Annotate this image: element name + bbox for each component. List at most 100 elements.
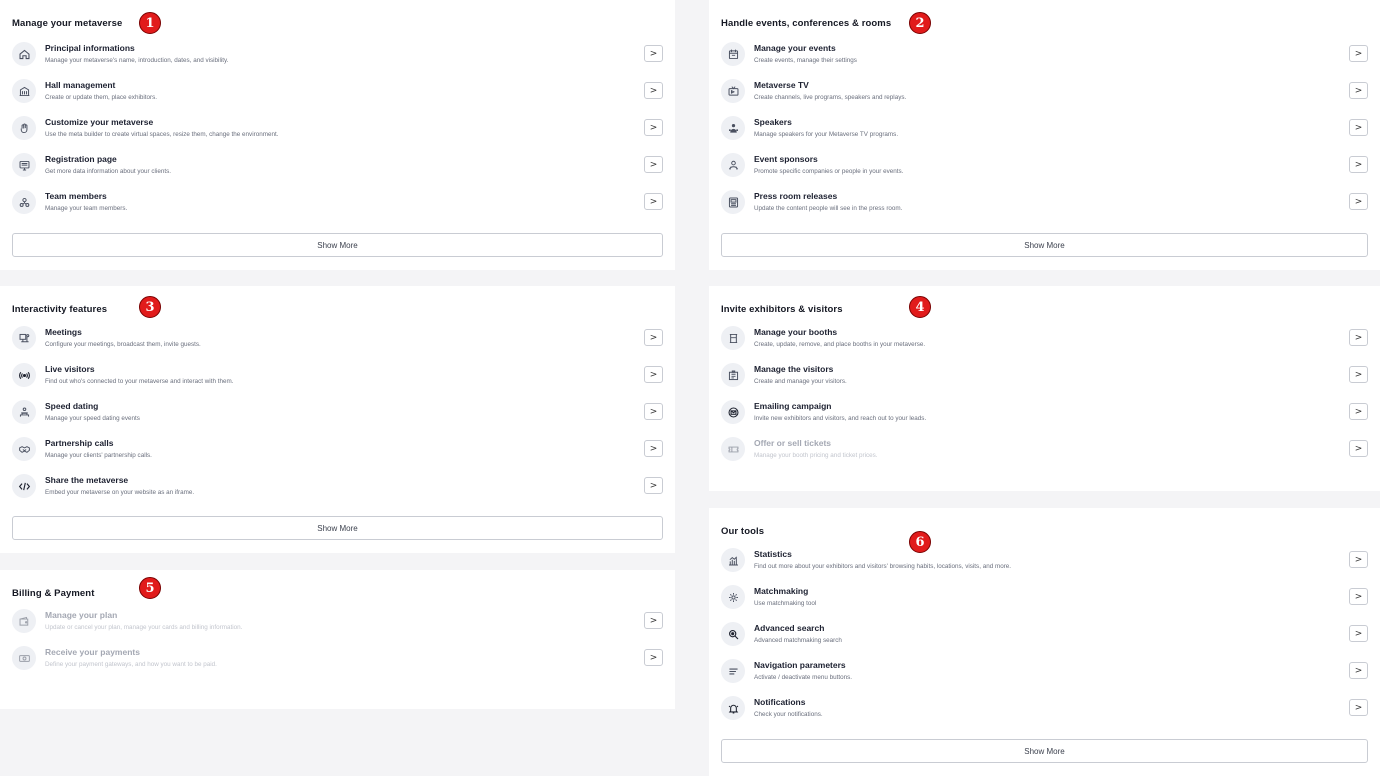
open-arrow-button[interactable]: > (644, 82, 663, 99)
open-arrow-button[interactable]: > (644, 403, 663, 420)
list-item-matchmaking[interactable]: Matchmaking Use matchmaking tool > (721, 585, 1368, 619)
open-arrow-button[interactable]: > (644, 440, 663, 457)
card-billing-payment: Billing & Payment 5 Manage your plan Upd… (0, 570, 675, 709)
section-number-badge: 5 (139, 577, 161, 599)
list-item-metaverse-tv[interactable]: Metaverse TV Create channels, live progr… (721, 79, 1368, 113)
section-title: Handle events, conferences & rooms (721, 18, 892, 29)
list-item-manage-visitors[interactable]: Manage the visitors Create and manage yo… (721, 363, 1368, 397)
list-item-registration-page[interactable]: Registration page Get more data informat… (12, 153, 663, 187)
sponsor-icon (721, 153, 745, 177)
list-item-emailing-campaign[interactable]: Emailing campaign Invite new exhibitors … (721, 400, 1368, 434)
list-item-manage-plan[interactable]: Manage your plan Update or cancel your p… (12, 609, 663, 643)
open-arrow-button[interactable]: > (644, 156, 663, 173)
card-interactivity-features: Interactivity features 3 Meetings Config… (0, 286, 675, 553)
newspaper-icon (721, 190, 745, 214)
tv-icon (721, 79, 745, 103)
bell-icon (721, 696, 745, 720)
team-icon (12, 190, 36, 214)
open-arrow-button[interactable]: > (1349, 329, 1368, 346)
list-item-manage-events[interactable]: Manage your events Create events, manage… (721, 42, 1368, 76)
open-arrow-button[interactable]: > (644, 193, 663, 210)
list-item-notifications[interactable]: Notifications Check your notifications. … (721, 696, 1368, 730)
show-more-button[interactable]: Show More (721, 233, 1368, 257)
open-arrow-button[interactable]: > (1349, 119, 1368, 136)
open-arrow-button[interactable]: > (1349, 440, 1368, 457)
list-item-speed-dating[interactable]: Speed dating Manage your speed dating ev… (12, 400, 663, 434)
open-arrow-button[interactable]: > (644, 45, 663, 62)
chart-icon (721, 548, 745, 572)
list-item-speakers[interactable]: Speakers Manage speakers for your Metave… (721, 116, 1368, 150)
open-arrow-button[interactable]: > (1349, 193, 1368, 210)
open-arrow-button[interactable]: > (1349, 156, 1368, 173)
show-more-button[interactable]: Show More (12, 233, 663, 257)
list-item-navigation-parameters[interactable]: Navigation parameters Activate / deactiv… (721, 659, 1368, 693)
item-description: Create channels, live programs, speakers… (754, 94, 907, 101)
item-description: Create, update, remove, and place booths… (754, 341, 926, 348)
open-arrow-button[interactable]: > (644, 329, 663, 346)
item-description: Manage speakers for your Metaverse TV pr… (754, 131, 899, 138)
open-arrow-button[interactable]: > (644, 649, 663, 666)
money-icon (12, 646, 36, 670)
item-description: Create or update them, place exhibitors. (45, 94, 158, 101)
list-item-live-visitors[interactable]: Live visitors Find out who's connected t… (12, 363, 663, 397)
show-more-button[interactable]: Show More (12, 516, 663, 540)
list-item-meetings[interactable]: Meetings Configure your meetings, broadc… (12, 326, 663, 360)
section-title: Invite exhibitors & visitors (721, 304, 843, 315)
item-title: Manage the visitors (754, 364, 834, 374)
open-arrow-button[interactable]: > (644, 119, 663, 136)
item-description: Create events, manage their settings (754, 57, 857, 64)
item-description: Find out who's connected to your metaver… (45, 378, 234, 385)
item-title: Meetings (45, 327, 82, 337)
item-title: Event sponsors (754, 154, 818, 164)
item-description: Use matchmaking tool (754, 600, 817, 607)
home-icon (12, 42, 36, 66)
list-item-event-sponsors[interactable]: Event sponsors Promote specific companie… (721, 153, 1368, 187)
open-arrow-button[interactable]: > (1349, 588, 1368, 605)
item-description: Configure your meetings, broadcast them,… (45, 341, 201, 348)
booth-icon (721, 326, 745, 350)
list-item-receive-payments[interactable]: Receive your payments Define your paymen… (12, 646, 663, 680)
item-description: Advanced matchmaking search (754, 637, 842, 644)
open-arrow-button[interactable]: > (1349, 699, 1368, 716)
open-arrow-button[interactable]: > (644, 477, 663, 494)
item-description: Use the meta builder to create virtual s… (45, 131, 279, 138)
section-number-badge: 3 (139, 296, 161, 318)
open-arrow-button[interactable]: > (1349, 662, 1368, 679)
item-description: Find out more about your exhibitors and … (754, 563, 1012, 570)
list-item-share-metaverse[interactable]: Share the metaverse Embed your metaverse… (12, 474, 663, 508)
gear-icon (721, 585, 745, 609)
list-item-principal-informations[interactable]: Principal informations Manage your metav… (12, 42, 663, 76)
item-title: Manage your booths (754, 327, 838, 337)
list-item-advanced-search[interactable]: Advanced search Advanced matchmaking sea… (721, 622, 1368, 656)
list-item-statistics[interactable]: Statistics Find out more about your exhi… (721, 548, 1368, 582)
open-arrow-button[interactable]: > (644, 366, 663, 383)
item-description: Manage your metaverse's name, introducti… (45, 57, 229, 64)
open-arrow-button[interactable]: > (1349, 625, 1368, 642)
item-description: Update the content people will see in th… (754, 205, 903, 212)
show-more-button[interactable]: Show More (721, 739, 1368, 763)
item-description: Manage your booth pricing and ticket pri… (754, 452, 878, 459)
list-item-team-members[interactable]: Team members Manage your team members. > (12, 190, 663, 224)
item-description: Promote specific companies or people in … (754, 168, 904, 175)
email-icon (721, 400, 745, 424)
open-arrow-button[interactable]: > (1349, 551, 1368, 568)
list-item-offer-sell-tickets[interactable]: Offer or sell tickets Manage your booth … (721, 437, 1368, 471)
open-arrow-button[interactable]: > (1349, 366, 1368, 383)
list-item-customize-metaverse[interactable]: Customize your metaverse Use the meta bu… (12, 116, 663, 150)
item-title: Emailing campaign (754, 401, 832, 411)
item-title: Manage your plan (45, 610, 118, 620)
open-arrow-button[interactable]: > (644, 612, 663, 629)
visitors-icon (721, 363, 745, 387)
item-title: Customize your metaverse (45, 117, 154, 127)
list-item-press-room[interactable]: Press room releases Update the content p… (721, 190, 1368, 224)
section-title: Interactivity features (12, 304, 108, 315)
open-arrow-button[interactable]: > (1349, 82, 1368, 99)
list-item-hall-management[interactable]: Hall management Create or update them, p… (12, 79, 663, 113)
card-manage-metaverse: Manage your metaverse 1 Principal inform… (0, 0, 675, 270)
ticket-icon (721, 437, 745, 461)
open-arrow-button[interactable]: > (1349, 45, 1368, 62)
open-arrow-button[interactable]: > (1349, 403, 1368, 420)
list-item-manage-booths[interactable]: Manage your booths Create, update, remov… (721, 326, 1368, 360)
list-item-partnership-calls[interactable]: Partnership calls Manage your clients' p… (12, 437, 663, 471)
item-title: Principal informations (45, 43, 135, 53)
